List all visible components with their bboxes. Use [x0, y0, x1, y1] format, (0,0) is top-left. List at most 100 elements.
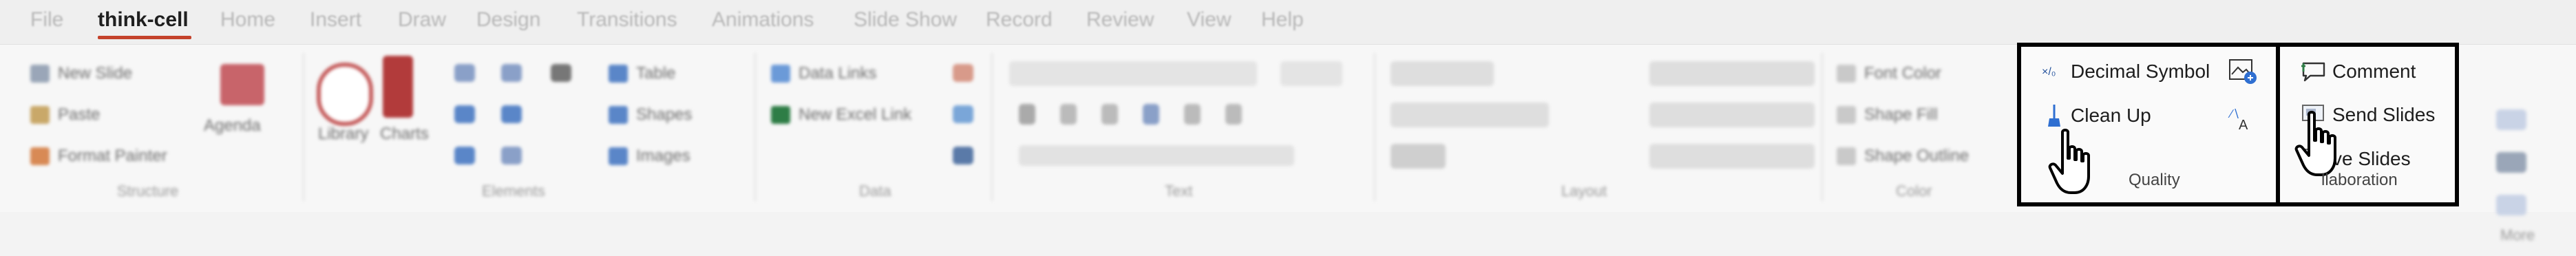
shape-outline-icon: [1837, 147, 1856, 165]
image-replace-icon: [2229, 59, 2257, 84]
layout-row-2: [1391, 103, 1549, 127]
text-icon-2[interactable]: [1184, 104, 1201, 125]
group-separator: [991, 53, 993, 201]
more-icon-3[interactable]: [2496, 195, 2526, 215]
group-label-more: More: [2500, 226, 2535, 244]
ribbon-tab-bar: File think-cell Home Insert Draw Design …: [0, 0, 2576, 44]
table-button[interactable]: Table: [609, 64, 675, 83]
clean-up-button[interactable]: Clean Up: [2042, 103, 2151, 128]
group-label-text: Text: [1165, 182, 1193, 200]
decimal-symbol-icon: ×/₀: [2042, 66, 2056, 78]
shape-fill-button[interactable]: Shape Fill: [1837, 105, 1938, 125]
tab-draw[interactable]: Draw: [398, 8, 446, 32]
collaboration-group: Comment Send Slides ve Slides llaboratio…: [2276, 43, 2459, 206]
shapes-button[interactable]: Shapes: [609, 105, 692, 125]
library-icon: [317, 63, 373, 126]
data-icon-1: [953, 64, 973, 82]
more-icon-1[interactable]: [2496, 109, 2526, 130]
tab-review[interactable]: Review: [1086, 8, 1154, 32]
text-style-icon: ∕∖ A: [2228, 107, 2248, 132]
align-row-3: [1649, 144, 1815, 169]
format-painter-icon: [30, 147, 50, 165]
shape-outline-button[interactable]: Shape Outline: [1837, 147, 1969, 166]
group-label-collaboration: llaboration: [2321, 171, 2398, 189]
table-icon: [609, 65, 628, 83]
more-icon-2[interactable]: [2496, 152, 2526, 173]
images-button[interactable]: Images: [609, 147, 690, 166]
group-label-color: Color: [1896, 182, 1932, 200]
underline-icon[interactable]: [1101, 104, 1118, 125]
group-label-structure: Structure: [117, 182, 179, 200]
group-label-quality: Quality: [2129, 171, 2180, 189]
decimal-symbol-button[interactable]: ×/₀ Decimal Symbol: [2042, 61, 2210, 83]
quality-group: ×/₀ Decimal Symbol Clean Up ∕∖ A Quality: [2017, 43, 2280, 206]
tab-transitions[interactable]: Transitions: [577, 8, 677, 32]
element-icon-3: [551, 64, 571, 82]
tab-file[interactable]: File: [30, 8, 63, 32]
active-tab-indicator: [98, 36, 191, 39]
charts-icon: [383, 56, 413, 118]
element-icon-7: [501, 147, 522, 164]
new-slide-button[interactable]: New Slide: [30, 64, 132, 83]
layout-row-1: [1391, 61, 1494, 86]
shapes-icon: [609, 106, 628, 124]
tab-view[interactable]: View: [1187, 8, 1231, 32]
comment-icon: [2301, 62, 2325, 82]
new-excel-link-button[interactable]: New Excel Link: [771, 105, 911, 125]
comment-button[interactable]: Comment: [2301, 61, 2416, 83]
group-label-layout: Layout: [1561, 182, 1607, 200]
group-separator: [303, 53, 304, 201]
agenda-button[interactable]: Agenda: [204, 116, 261, 136]
quality-icon-button-2[interactable]: ∕∖ A: [2228, 106, 2258, 132]
tab-home[interactable]: Home: [220, 8, 275, 32]
paragraph-row: [1019, 145, 1294, 166]
element-icon-4: [454, 105, 475, 123]
brush-icon: [2048, 105, 2060, 127]
data-links-button[interactable]: Data Links: [771, 64, 876, 83]
paste-button[interactable]: Paste: [30, 105, 100, 125]
font-size-box[interactable]: [1280, 61, 1342, 86]
data-links-icon: [771, 65, 790, 83]
library-button[interactable]: Library: [318, 125, 368, 144]
quality-icon-button-1[interactable]: [2228, 58, 2258, 85]
group-separator: [1822, 53, 1823, 201]
group-label-elements: Elements: [482, 182, 545, 200]
agenda-icon: [220, 64, 264, 105]
element-icon-5: [501, 105, 522, 123]
layout-row-3: [1391, 144, 1446, 169]
align-row-2: [1649, 103, 1815, 127]
tab-animations[interactable]: Animations: [712, 8, 814, 32]
tab-record[interactable]: Record: [986, 8, 1053, 32]
hand-pointer-icon: [2048, 129, 2090, 194]
tab-design[interactable]: Design: [476, 8, 540, 32]
element-icon-1: [454, 64, 475, 82]
font-name-box[interactable]: [1009, 61, 1257, 86]
element-icon-6: [454, 147, 475, 164]
font-color-icon: [1837, 65, 1856, 83]
align-row-1: [1649, 61, 1815, 86]
group-separator: [754, 53, 756, 201]
new-slide-icon: [30, 65, 50, 83]
data-icon-3: [953, 147, 973, 164]
format-painter-button[interactable]: Format Painter: [30, 147, 167, 166]
hand-pointer-icon: [2294, 111, 2336, 176]
tab-insert[interactable]: Insert: [310, 8, 361, 32]
group-separator: [1374, 53, 1375, 201]
bold-icon[interactable]: [1019, 104, 1035, 125]
tab-think-cell[interactable]: think-cell: [98, 8, 189, 32]
svg-text:×/₀: ×/₀: [2042, 66, 2056, 78]
charts-button[interactable]: Charts: [380, 125, 429, 144]
italic-icon[interactable]: [1060, 104, 1077, 125]
ribbon-blurred-groups: New Slide Paste Format Painter Agenda St…: [0, 45, 2010, 212]
text-icon-1[interactable]: [1143, 104, 1159, 125]
svg-text:A: A: [2239, 118, 2248, 132]
element-icon-2: [501, 64, 522, 82]
shape-fill-icon: [1837, 106, 1856, 124]
images-icon: [609, 147, 628, 165]
font-color-button[interactable]: Font Color: [1837, 64, 1941, 83]
text-icon-3[interactable]: [1225, 104, 1242, 125]
tab-help[interactable]: Help: [1261, 8, 1304, 32]
paste-icon: [30, 106, 50, 124]
tab-slide-show[interactable]: Slide Show: [854, 8, 957, 32]
ribbon-more-group: More: [2458, 89, 2576, 256]
